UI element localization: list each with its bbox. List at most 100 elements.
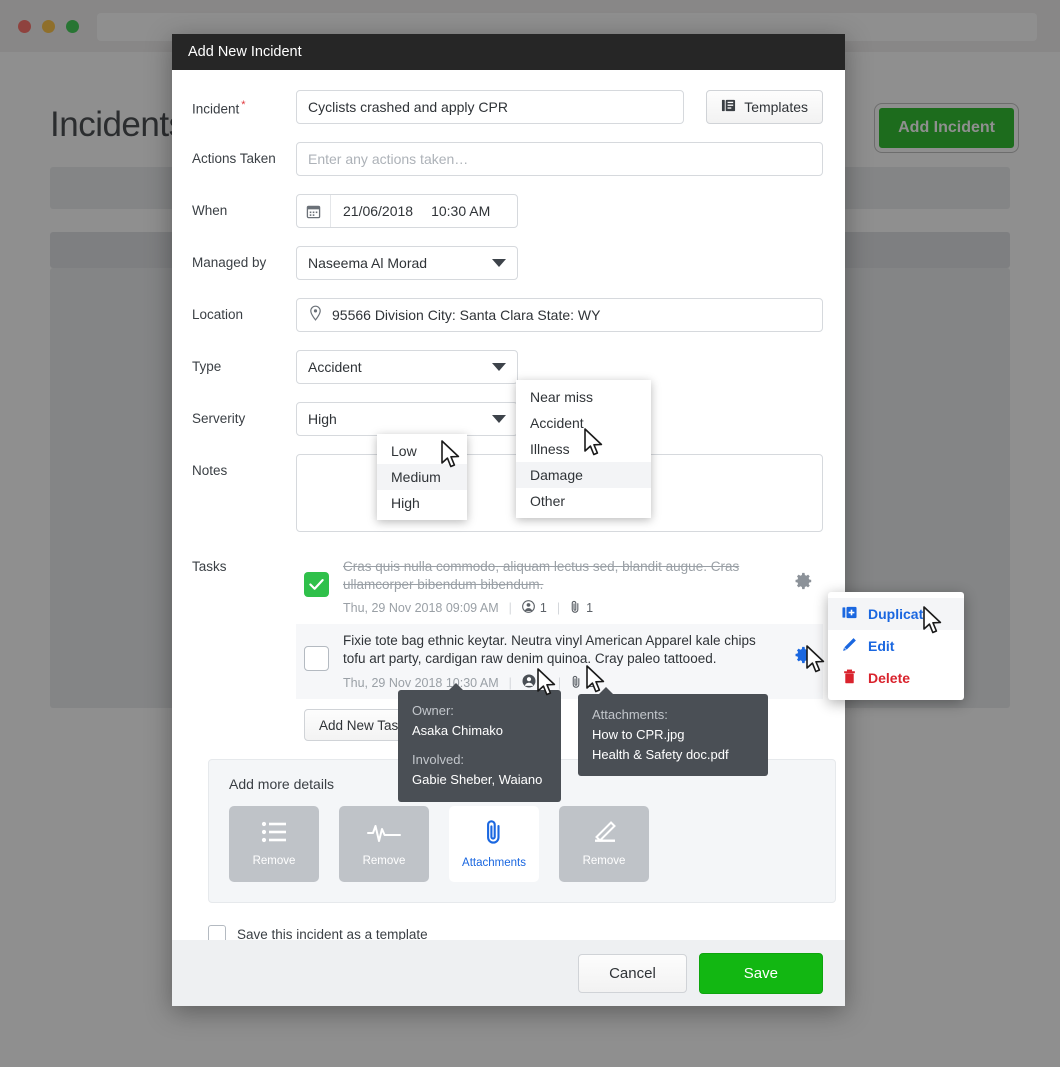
when-datetime-field[interactable]: 21/06/2018 10:30 AM [296, 194, 518, 228]
detail-tile-notes[interactable]: Remove [559, 806, 649, 883]
dialog-footer: Cancel Save [172, 940, 845, 1006]
task-settings-gear-icon[interactable] [795, 572, 813, 595]
type-option-damage[interactable]: Damage [516, 462, 651, 488]
screen: Incidents Add Incident Add New Incident … [0, 0, 1060, 1067]
managed-by-select[interactable]: Naseema Al Morad [296, 246, 518, 280]
cancel-button[interactable]: Cancel [578, 953, 687, 993]
field-row-incident: Incident * Cyclists crashed and apply CPR… [192, 90, 823, 124]
owner-tooltip: Owner: Asaka Chimako Involved: Gabie She… [398, 683, 561, 802]
attachments-tooltip: Attachments: How to CPR.jpg Health & Saf… [578, 686, 768, 777]
chevron-down-icon [492, 363, 506, 371]
detail-tile-label: Remove [362, 855, 406, 868]
actions-taken-label: Actions Taken [192, 151, 276, 166]
detail-tile-list[interactable]: Remove [229, 806, 319, 883]
task-people-count: 1 [539, 601, 547, 616]
when-date-value: 21/06/2018 [343, 203, 414, 219]
context-menu-delete-label: Delete [868, 670, 911, 686]
task-people-chip[interactable]: 3 [522, 674, 548, 691]
owner-tooltip-label: Owner: [412, 703, 454, 718]
attachment-file-name: How to CPR.jpg [592, 727, 685, 743]
detail-tile-attachments[interactable]: Attachments [449, 806, 539, 883]
type-option-other[interactable]: Other [516, 488, 651, 514]
severity-select[interactable]: High [296, 402, 518, 436]
templates-label: Templates [744, 99, 808, 115]
task-text: Fixie tote bag ethnic keytar. Neutra vin… [343, 633, 756, 666]
task-attachment-count: 2 [587, 675, 595, 690]
context-menu-edit-label: Edit [868, 638, 895, 654]
attachment-file-name: Health & Safety doc.pdf [592, 747, 729, 763]
field-row-when: When 21/06/2018 10:30 AM [192, 194, 823, 228]
managed-by-value: Naseema Al Morad [308, 255, 428, 271]
save-button[interactable]: Save [698, 952, 823, 994]
task-checkbox-checked[interactable] [304, 572, 329, 597]
person-icon [522, 674, 536, 691]
field-row-type: Type Accident [192, 350, 823, 384]
actions-taken-input[interactable]: Enter any actions taken… [296, 142, 823, 176]
notes-label: Notes [192, 463, 228, 478]
severity-option-medium[interactable]: Medium [377, 464, 467, 490]
trash-icon [842, 669, 857, 687]
severity-value: High [308, 411, 337, 427]
paperclip-icon [484, 819, 504, 850]
detail-tile-label: Remove [582, 855, 626, 868]
pulse-icon [367, 821, 401, 848]
task-context-menu[interactable]: Duplicate Edit Delete [828, 592, 964, 700]
task-content: Cras quis nulla commodo, aliquam lectus … [343, 558, 781, 616]
severity-option-low[interactable]: Low [377, 438, 467, 464]
type-option-accident[interactable]: Accident [516, 410, 651, 436]
context-menu-duplicate[interactable]: Duplicate [828, 598, 964, 630]
dialog-title: Add New Incident [188, 44, 302, 60]
location-value: 95566 Division City: Santa Clara State: … [332, 307, 601, 323]
task-checkbox-unchecked[interactable] [304, 646, 329, 672]
chevron-down-icon [492, 259, 506, 267]
divider: | [557, 675, 562, 690]
type-option-near-miss[interactable]: Near miss [516, 384, 651, 410]
location-label: Location [192, 307, 244, 322]
owner-tooltip-name: Asaka Chimako [412, 723, 504, 739]
actions-taken-placeholder: Enter any actions taken… [308, 151, 469, 167]
context-menu-edit[interactable]: Edit [828, 630, 964, 662]
when-time-value: 10:30 AM [431, 203, 491, 219]
list-icon [261, 821, 287, 848]
task-timestamp: Thu, 29 Nov 2018 09:09 AM [343, 601, 499, 616]
type-value: Accident [308, 359, 362, 375]
field-row-severity: Serverity High [192, 402, 823, 436]
add-incident-dialog: Add New Incident Incident * Cyclists cras… [172, 34, 845, 1006]
detail-tile-pulse[interactable]: Remove [339, 806, 429, 883]
involved-tooltip-names: Gabie Sheber, Waiano [412, 772, 543, 788]
duplicate-icon [842, 605, 857, 623]
field-row-notes: Notes [192, 454, 823, 532]
managed-by-label: Managed by [192, 255, 267, 270]
location-input[interactable]: 95566 Division City: Santa Clara State: … [296, 298, 823, 332]
templates-button[interactable]: Templates [706, 90, 823, 124]
task-text: Cras quis nulla commodo, aliquam lectus … [343, 559, 740, 592]
task-settings-gear-icon-active[interactable] [795, 646, 813, 669]
detail-tiles: Remove Remove Attachments Remove [229, 806, 815, 883]
context-menu-duplicate-label: Duplicate [868, 606, 932, 622]
field-row-location: Location 95566 Division City: Santa Clar… [192, 298, 823, 332]
pencil-icon [842, 637, 857, 655]
divider: | [556, 601, 561, 616]
type-dropdown-menu[interactable]: Near miss Accident Illness Damage Other [516, 380, 651, 518]
dialog-title-bar: Add New Incident [172, 34, 845, 70]
involved-tooltip-label: Involved: [412, 752, 465, 768]
task-content: Fixie tote bag ethnic keytar. Neutra vin… [343, 632, 781, 691]
severity-dropdown-menu[interactable]: Low Medium High [377, 434, 467, 520]
table-row[interactable]: Fixie tote bag ethnic keytar. Neutra vin… [296, 624, 823, 700]
type-option-illness[interactable]: Illness [516, 436, 651, 462]
incident-input[interactable]: Cyclists crashed and apply CPR [296, 90, 685, 124]
severity-option-high[interactable]: High [377, 490, 467, 516]
detail-tile-label: Remove [252, 855, 296, 868]
paperclip-icon [570, 600, 581, 616]
task-people-chip[interactable]: 1 [522, 600, 547, 616]
attachments-tooltip-label: Attachments: [592, 707, 668, 722]
tasks-label: Tasks [192, 559, 227, 574]
templates-icon [721, 98, 736, 116]
context-menu-delete[interactable]: Delete [828, 662, 964, 694]
table-row[interactable]: Cras quis nulla commodo, aliquam lectus … [296, 550, 823, 624]
task-attachment-chip[interactable]: 1 [570, 600, 593, 616]
pencil-icon [591, 821, 617, 848]
task-attachment-chip[interactable]: 2 [571, 675, 594, 691]
type-select[interactable]: Accident [296, 350, 518, 384]
calendar-icon [297, 195, 331, 227]
